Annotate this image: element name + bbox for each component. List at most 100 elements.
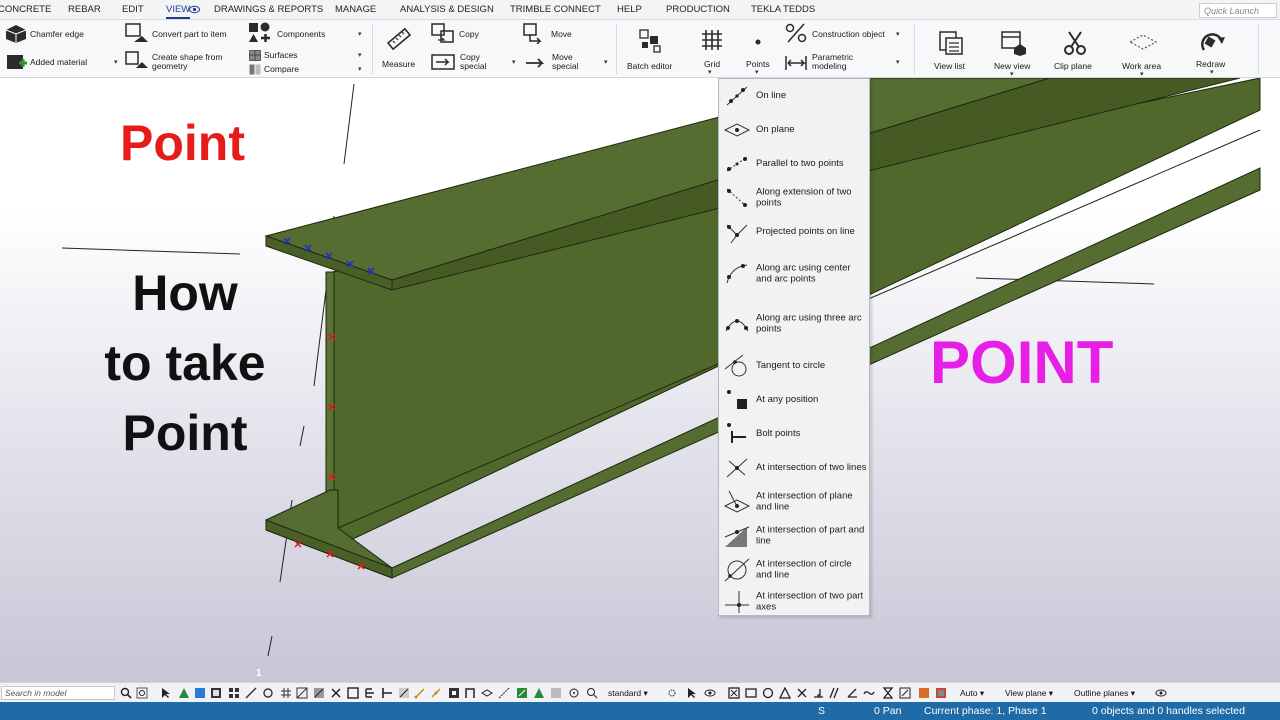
select-components-icon[interactable] [210,687,222,699]
eye-icon[interactable] [1155,687,1167,699]
parametric-modeling-button[interactable]: Parametric modeling ▾ [784,50,904,76]
select-grids-icon[interactable] [262,687,274,699]
select-in-box-icon[interactable] [728,687,740,699]
outline-planes-dropdown[interactable]: Outline planes ▾ [1074,686,1135,700]
surfaces-button[interactable]: Surfaces ▾ [248,50,366,62]
menu-item-intersection-part-axes[interactable]: At intersection of two part axes [719,587,869,617]
circle-tool-icon[interactable] [762,687,774,699]
clip-plane-button[interactable]: Clip plane [1050,24,1100,74]
tab-help[interactable]: HELP [617,4,642,15]
eye-icon[interactable] [704,687,716,699]
create-shape-button[interactable]: Create shape from geometry [124,48,239,74]
compare-button[interactable]: Compare ▾ [248,64,366,76]
select-cuts-icon[interactable] [313,687,325,699]
pick-tool-icon[interactable] [899,687,911,699]
color-tool-icon[interactable] [918,687,930,699]
tab-tekla-tedds[interactable]: TEKLA TEDDS [751,4,815,15]
copy-button[interactable]: Copy [430,22,510,46]
move-button[interactable]: Move [522,22,592,46]
snap-zoom-icon[interactable] [586,687,598,699]
tab-manage[interactable]: MANAGE [335,4,376,15]
menu-item-intersection-circle-line[interactable]: At intersection of circle and line [719,555,869,585]
snap-perpendicular-icon[interactable] [481,687,493,699]
tab-rebar[interactable]: REBAR [68,4,101,15]
new-view-button[interactable]: New view ▾ [988,24,1038,78]
tab-production[interactable]: PRODUCTION [666,4,730,15]
menu-item-on-plane[interactable]: On plane [719,115,869,145]
snap-any-position-icon[interactable] [568,687,580,699]
select-grid-lines-icon[interactable] [280,687,292,699]
wave-tool-icon[interactable] [863,687,875,699]
parallel-tool-icon[interactable] [828,687,840,699]
tab-trimble-connect[interactable]: TRIMBLE CONNECT [510,4,601,15]
snap-to-points-icon[interactable] [398,687,410,699]
select-welds-icon[interactable] [296,687,308,699]
search-options-icon[interactable] [136,687,148,699]
quick-launch-input[interactable]: Quick Launch [1199,3,1277,18]
snap-geometry-icon[interactable] [533,687,545,699]
transparency-tool-icon[interactable] [935,687,947,699]
view-list-button[interactable]: View list [926,24,976,74]
tab-analysis-design[interactable]: ANALYSIS & DESIGN [400,4,494,15]
added-material-button[interactable]: Added material ▾ [2,52,122,72]
menu-item-extension[interactable]: Along extension of two points [719,183,869,213]
construction-object-button[interactable]: Construction object ▾ [784,22,904,46]
menu-item-projected[interactable]: Projected points on line [719,217,869,247]
menu-item-intersection-lines[interactable]: At intersection of two lines [719,453,869,483]
measure-button[interactable]: Measure [378,24,420,74]
cross-tool-icon[interactable] [796,687,808,699]
snap-endpoints-icon[interactable] [414,687,426,699]
select-rebar-icon[interactable] [381,687,393,699]
select-assemblies-icon[interactable] [228,687,240,699]
menu-item-arc-center[interactable]: Along arc using center and arc points [719,259,869,289]
menu-item-arc-three[interactable]: Along arc using three arc points [719,309,869,339]
tab-view[interactable]: VIEW [166,4,191,19]
select-reference-icon[interactable] [347,687,359,699]
snap-center-icon[interactable] [448,687,460,699]
menu-item-any-position[interactable]: At any position [719,385,869,415]
view-plane-dropdown[interactable]: View plane ▾ [1005,686,1053,700]
components-button[interactable]: Components ▾ [248,22,366,44]
perpendicular-tool-icon[interactable] [812,687,824,699]
snap-reference-lines-icon[interactable] [516,687,528,699]
select-arrow-icon[interactable] [160,687,172,699]
tab-edit[interactable]: EDIT [122,4,144,15]
menu-item-intersection-part-line[interactable]: At intersection of part and line [719,521,869,551]
convert-part-button[interactable]: Convert part to item [124,22,239,46]
copy-special-button[interactable]: Copy special ▾ [430,50,520,76]
snap-midpoints-icon[interactable] [430,687,442,699]
snap-intersection-icon[interactable] [464,687,476,699]
menu-item-bolt-points[interactable]: Bolt points [719,419,869,449]
auto-dropdown[interactable]: Auto ▾ [960,686,984,700]
points-button[interactable]: Points ▾ [740,24,776,76]
snap-nearest-icon[interactable] [550,687,562,699]
smart-select-icon[interactable] [686,687,698,699]
menu-item-tangent[interactable]: Tangent to circle [719,351,869,381]
menu-item-intersection-plane-line[interactable]: At intersection of plane and line [719,487,869,517]
grid-button[interactable]: Grid ▾ [694,24,730,76]
chamfer-edge-button[interactable]: Chamfer edge [2,24,117,44]
status-phase[interactable]: Current phase: 1, Phase 1 [924,705,1047,717]
angle-tool-icon[interactable] [846,687,858,699]
select-surface-icon[interactable] [364,687,376,699]
rectangle-tool-icon[interactable] [745,687,757,699]
tab-concrete[interactable]: CONCRETE [0,4,51,15]
model-viewport[interactable]: 1 Point How to take Point POINT Z [0,78,1280,682]
batch-editor-button[interactable]: Batch editor [622,24,680,74]
move-special-button[interactable]: Move special ▾ [520,50,612,76]
work-area-button[interactable]: Work area ▾ [1114,24,1172,78]
snap-settings-icon[interactable] [666,687,678,699]
select-parts-icon[interactable] [178,687,190,699]
menu-item-parallel[interactable]: Parallel to two points [719,149,869,179]
snap-line-extension-icon[interactable] [498,687,510,699]
select-lines-icon[interactable] [245,687,257,699]
search-icon[interactable] [120,687,132,699]
snap-depth-dropdown[interactable]: standard ▾ [608,686,648,700]
redraw-button[interactable]: Redraw ▾ [1188,24,1238,76]
search-model-input[interactable]: Search in model [1,686,115,700]
menu-item-on-line[interactable]: On line [719,81,869,111]
hourglass-icon[interactable] [882,687,894,699]
select-bolts-icon[interactable] [330,687,342,699]
select-all-icon[interactable] [194,687,206,699]
tab-drawings-reports[interactable]: DRAWINGS & REPORTS [214,4,323,15]
